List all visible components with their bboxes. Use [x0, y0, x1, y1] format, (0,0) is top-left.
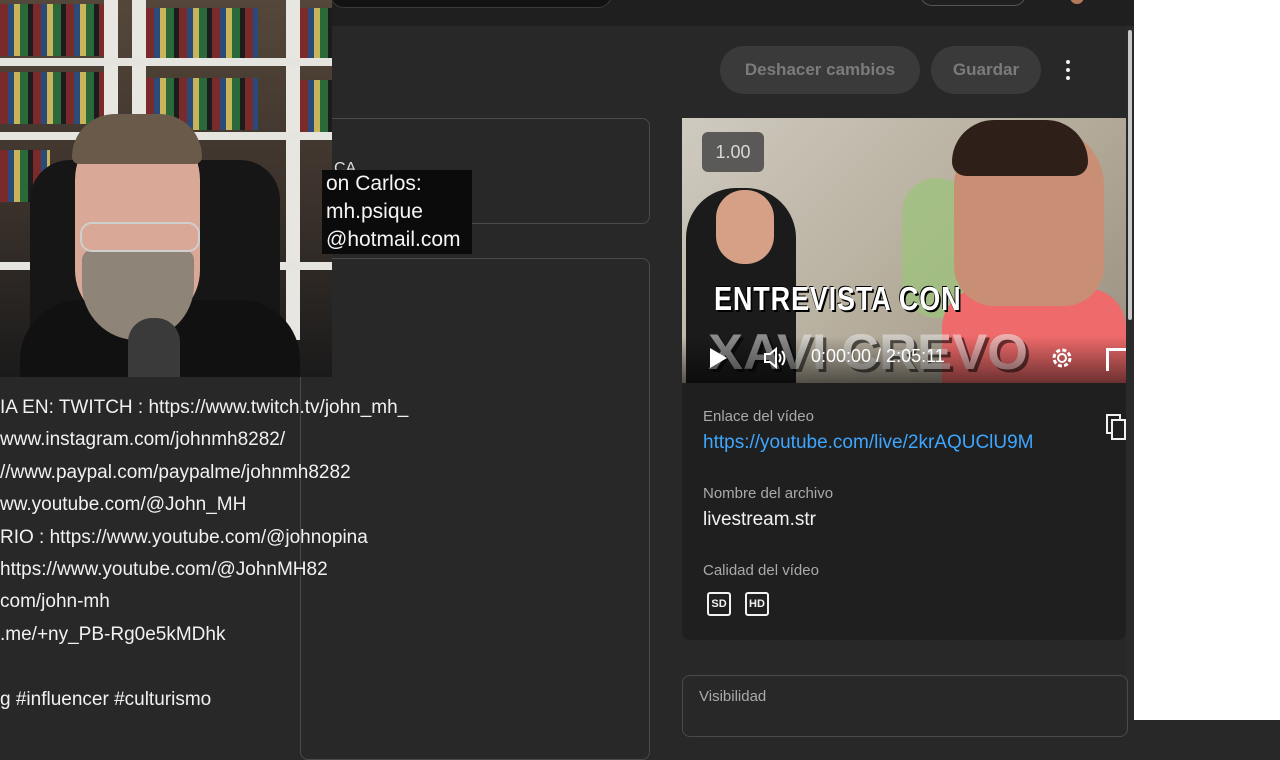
visibility-section[interactable]	[682, 675, 1128, 737]
description-line: .me/+ny_PB-Rg0e5kMDhk	[0, 623, 226, 645]
description-line: https://www.youtube.com/@JohnMH82	[0, 558, 328, 580]
copy-icon[interactable]	[1106, 414, 1126, 440]
contact-line: on Carlos:	[326, 172, 422, 195]
volume-icon[interactable]	[762, 346, 790, 370]
description-line	[0, 651, 640, 683]
fullscreen-icon[interactable]	[1106, 348, 1126, 371]
scrollbar-thumb[interactable]	[1128, 30, 1132, 320]
description-line: com/john-mh	[0, 591, 110, 613]
webcam-overlay	[0, 0, 332, 377]
contact-overlay: on Carlos: mh.psique @hotmail.com	[322, 170, 472, 254]
filename-label: Nombre del archivo	[703, 485, 834, 502]
filename-value: livestream.str	[703, 509, 816, 530]
search-bar[interactable]	[330, 0, 612, 8]
playback-speed-badge: 1.00	[702, 132, 764, 172]
hd-badge: HD	[745, 592, 769, 616]
play-icon[interactable]	[710, 348, 727, 368]
settings-icon[interactable]	[1048, 344, 1076, 372]
blank-area	[1134, 0, 1280, 720]
video-link[interactable]: https://youtube.com/live/2krAQUClU9M	[703, 432, 1034, 454]
avatar[interactable]	[1070, 0, 1084, 4]
sd-badge: SD	[707, 592, 731, 616]
description-line: IA EN: TWITCH : https://www.twitch.tv/jo…	[0, 397, 409, 418]
video-quality-label: Calidad del vídeo	[703, 562, 819, 579]
description-line: //www.paypal.com/paypalme/johnmh8282	[0, 461, 351, 483]
visibility-label: Visibilidad	[699, 688, 767, 705]
description-line: g #influencer #culturismo	[0, 688, 212, 710]
save-button[interactable]: Guardar	[931, 46, 1041, 94]
contact-line: @hotmail.com	[326, 228, 461, 251]
description-line: www.instagram.com/johnmh8282/	[0, 429, 286, 451]
video-time: 0:00:00 / 2:05:11	[811, 346, 945, 366]
contact-line: mh.psique	[326, 200, 423, 223]
description-text[interactable]: IA EN: TWITCH : https://www.twitch.tv/jo…	[0, 392, 640, 716]
video-player[interactable]: ENTREVISTA CON XAVI CREVO 1.00 0:00:00 /…	[682, 118, 1126, 383]
create-button[interactable]	[920, 0, 1026, 6]
video-link-label: Enlace del vídeo	[703, 408, 814, 425]
microphone	[128, 318, 180, 377]
thumbnail-title-1: ENTREVISTA CON	[714, 280, 962, 317]
undo-changes-button[interactable]: Deshacer cambios	[720, 46, 920, 94]
description-line: ww.youtube.com/@John_MH	[0, 494, 247, 516]
description-line: RIO : https://www.youtube.com/@johnopina	[0, 526, 368, 548]
kebab-menu-icon[interactable]	[1056, 54, 1080, 86]
